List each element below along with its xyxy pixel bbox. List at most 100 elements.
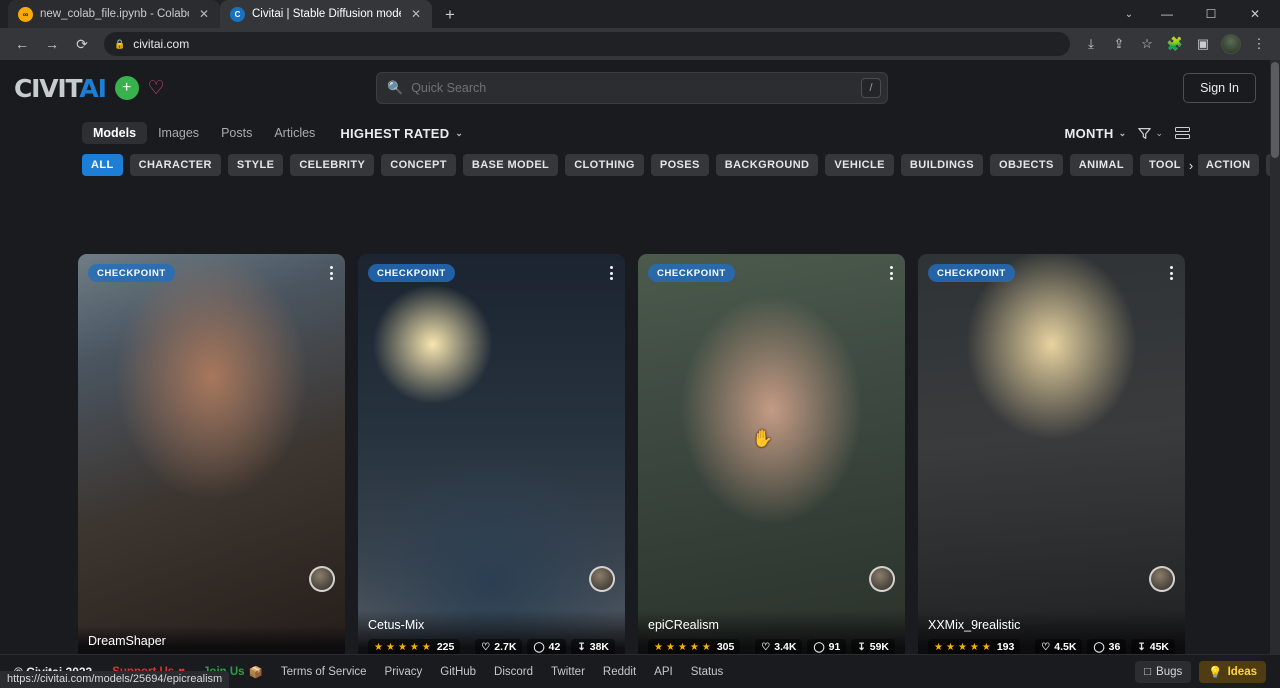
footer-link-reddit[interactable]: Reddit	[603, 666, 636, 678]
status-bar-url: https://civitai.com/models/25694/epicrea…	[0, 671, 229, 688]
window-controls: ⌄ — ☐ ✕	[1114, 0, 1280, 28]
star-icon: ★	[958, 642, 967, 653]
tab-close-icon[interactable]: ✕	[408, 6, 424, 22]
chevron-down-icon: ⌄	[1119, 128, 1127, 139]
footer-link-github[interactable]: GitHub	[440, 666, 476, 678]
footer-link-terms[interactable]: Terms of Service	[281, 666, 367, 678]
footer-right-buttons: □ Bugs 💡 Ideas	[1135, 661, 1266, 683]
footer-link-privacy[interactable]: Privacy	[385, 666, 423, 678]
creator-avatar[interactable]	[869, 566, 895, 592]
chevron-down-icon[interactable]: ⌄	[1114, 0, 1144, 28]
forward-icon[interactable]: →	[38, 30, 66, 58]
model-card-dreamshaper[interactable]: CHECKPOINT DreamShaper	[78, 254, 345, 664]
browser-tab-civitai[interactable]: C Civitai | Stable Diffusion models, ✕	[220, 0, 432, 28]
card-stats: ★ ★ ★ ★ ★ 225 ♡ 2.7K	[368, 639, 615, 655]
extensions-puzzle-icon[interactable]: 🧩	[1162, 31, 1188, 57]
tab-close-icon[interactable]: ✕	[196, 6, 212, 22]
nav-right-controls: MONTH ⌄ ⌄	[1064, 126, 1190, 141]
share-icon[interactable]: ⇪	[1106, 31, 1132, 57]
chips-next-arrow-icon[interactable]: ›	[1184, 154, 1198, 176]
star-icon: ★	[654, 642, 663, 653]
civitai-logo[interactable]: CIVITAI + ♡	[14, 74, 165, 103]
like-count: 4.5K	[1054, 641, 1076, 653]
card-menu-icon[interactable]	[608, 264, 615, 282]
creator-avatar[interactable]	[309, 566, 335, 592]
chip-clothing[interactable]: CLOTHING	[565, 154, 644, 176]
layout-toggle-icon[interactable]	[1175, 127, 1190, 139]
filter-button[interactable]: ⌄	[1138, 127, 1163, 140]
chip-all[interactable]: ALL	[82, 154, 123, 176]
maximize-button[interactable]: ☐	[1190, 0, 1232, 28]
chip-background[interactable]: BACKGROUND	[716, 154, 819, 176]
create-plus-button[interactable]: +	[115, 76, 139, 100]
bugs-label: Bugs	[1156, 666, 1182, 678]
chip-action[interactable]: ACTION	[1197, 154, 1260, 176]
browser-tab-colab[interactable]: ∞ new_colab_file.ipynb - Colaborat ✕	[8, 0, 220, 28]
page-scrollbar[interactable]	[1270, 60, 1280, 688]
footer-link-api[interactable]: API	[654, 666, 673, 678]
sort-dropdown[interactable]: HIGHEST RATED ⌄	[340, 126, 463, 141]
ideas-button[interactable]: 💡 Ideas	[1199, 661, 1266, 683]
address-bar[interactable]: 🔒 civitai.com	[104, 32, 1070, 56]
chip-style[interactable]: STYLE	[228, 154, 283, 176]
tab-models[interactable]: Models	[82, 122, 147, 144]
comment-count: 42	[549, 641, 561, 653]
search-box[interactable]: 🔍 /	[376, 72, 888, 104]
comment-count: 36	[1109, 641, 1121, 653]
chip-vehicle[interactable]: VEHICLE	[825, 154, 893, 176]
scrollbar-thumb[interactable]	[1271, 62, 1279, 158]
sign-in-button[interactable]: Sign In	[1183, 73, 1256, 103]
model-card-epicrealism[interactable]: CHECKPOINT epiCRealism ★ ★ ★ ★ ★ 305	[638, 254, 905, 664]
tab-strip: ∞ new_colab_file.ipynb - Colaborat ✕ C C…	[0, 0, 1280, 28]
chip-character[interactable]: CHARACTER	[130, 154, 221, 176]
like-metric: ♡ 2.7K	[475, 639, 522, 655]
reload-icon[interactable]: ⟳	[68, 30, 96, 58]
profile-avatar[interactable]	[1221, 34, 1241, 54]
chip-celebrity[interactable]: CELEBRITY	[290, 154, 374, 176]
footer-link-discord[interactable]: Discord	[494, 666, 533, 678]
heart-icon: ♡	[481, 642, 490, 653]
close-window-button[interactable]: ✕	[1234, 0, 1276, 28]
card-menu-icon[interactable]	[1168, 264, 1175, 282]
metrics-group: ♡ 3.4K ◯ 91 ↧ 59K	[755, 639, 895, 655]
model-card-xxmix-9realistic[interactable]: CHECKPOINT XXMix_9realistic ★ ★ ★ ★ ★ 19…	[918, 254, 1185, 664]
chip-buildings[interactable]: BUILDINGS	[901, 154, 983, 176]
minimize-button[interactable]: —	[1146, 0, 1188, 28]
rating-count: 193	[997, 641, 1015, 653]
tab-articles[interactable]: Articles	[263, 122, 326, 144]
star-icon: ★	[982, 642, 991, 653]
content-type-tabs: Models Images Posts Articles	[82, 122, 326, 144]
chip-animal[interactable]: ANIMAL	[1070, 154, 1133, 176]
toolbar-icon-group: ⤓ ⇪ ☆ 🧩 ▣ ⋮	[1078, 31, 1272, 57]
heart-icon[interactable]: ♡	[148, 79, 165, 98]
comment-metric: ◯ 42	[527, 639, 566, 655]
chip-objects[interactable]: OBJECTS	[990, 154, 1063, 176]
period-dropdown[interactable]: MONTH ⌄	[1064, 126, 1126, 141]
package-icon: 📦	[249, 665, 263, 679]
chrome-menu-icon[interactable]: ⋮	[1246, 31, 1272, 57]
bugs-button[interactable]: □ Bugs	[1135, 661, 1191, 683]
install-icon[interactable]: ⤓	[1078, 31, 1104, 57]
rating-count: 225	[437, 641, 455, 653]
creator-avatar[interactable]	[589, 566, 615, 592]
card-menu-icon[interactable]	[888, 264, 895, 282]
browser-toolbar: ← → ⟳ 🔒 civitai.com ⤓ ⇪ ☆ 🧩 ▣ ⋮	[0, 28, 1280, 60]
card-menu-icon[interactable]	[328, 264, 335, 282]
model-card-cetus-mix[interactable]: CHECKPOINT Cetus-Mix ★ ★ ★ ★ ★ 225	[358, 254, 625, 664]
footer-link-twitter[interactable]: Twitter	[551, 666, 585, 678]
chip-concept[interactable]: CONCEPT	[381, 154, 456, 176]
side-panel-icon[interactable]: ▣	[1190, 31, 1216, 57]
creator-avatar[interactable]	[1149, 566, 1175, 592]
tab-posts[interactable]: Posts	[210, 122, 263, 144]
chip-poses[interactable]: POSES	[651, 154, 709, 176]
new-tab-button[interactable]: +	[436, 2, 464, 28]
bookmark-star-icon[interactable]: ☆	[1134, 31, 1160, 57]
search-input[interactable]	[411, 81, 853, 95]
footer-link-status[interactable]: Status	[691, 666, 724, 678]
rating-group: ★ ★ ★ ★ ★ 305	[648, 639, 740, 655]
back-icon[interactable]: ←	[8, 30, 36, 58]
comment-icon: ◯	[813, 642, 824, 653]
tab-images[interactable]: Images	[147, 122, 210, 144]
chip-base-model[interactable]: BASE MODEL	[463, 154, 558, 176]
chip-tool[interactable]: TOOL	[1140, 154, 1190, 176]
